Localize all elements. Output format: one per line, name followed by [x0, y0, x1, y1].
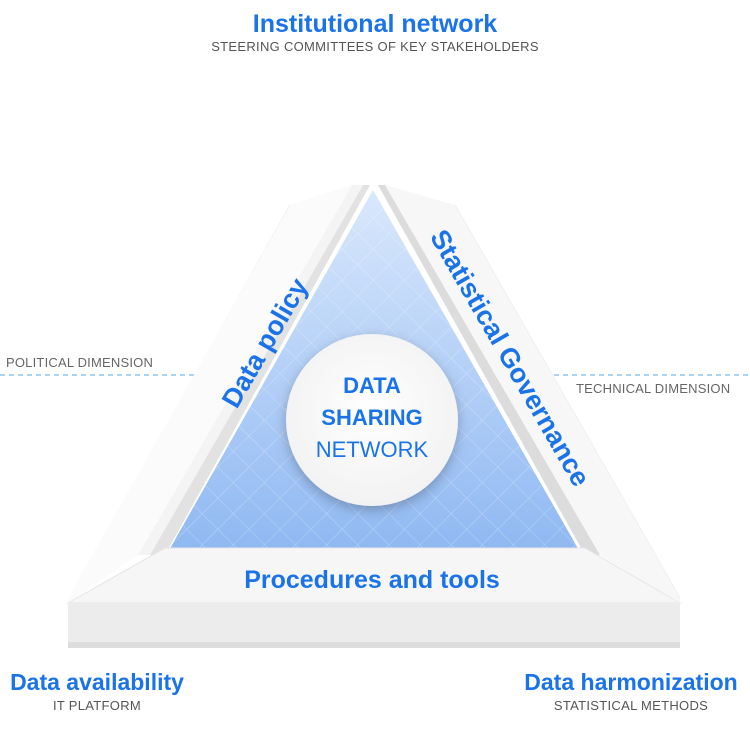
center-line-1: DATA: [343, 373, 401, 398]
bottom-left-title: Data availability: [10, 669, 184, 695]
center-line-2: SHARING: [321, 405, 423, 430]
center-text: DATA SHARING NETWORK: [286, 370, 458, 466]
bottom-right-title: Data harmonization: [524, 669, 738, 695]
top-title: Institutional network: [252, 10, 498, 38]
technical-dimension-label: TECHNICAL DIMENSION: [576, 381, 731, 396]
center-line-3: NETWORK: [315, 437, 429, 462]
political-dimension-label: POLITICAL DIMENSION: [6, 355, 154, 370]
bottom-right-block: Data harmonization STATISTICAL METHODS: [518, 669, 744, 713]
bottom-left-subtitle: IT PLATFORM: [52, 698, 142, 713]
base-slab-front: [68, 603, 680, 642]
bottom-right-subtitle: STATISTICAL METHODS: [553, 698, 709, 713]
top-subtitle: STEERING COMMITTEES OF KEY STAKEHOLDERS: [211, 39, 539, 54]
bottom-left-block: Data availability IT PLATFORM: [6, 669, 188, 713]
bottom-side-label: Procedures and tools: [244, 566, 500, 594]
